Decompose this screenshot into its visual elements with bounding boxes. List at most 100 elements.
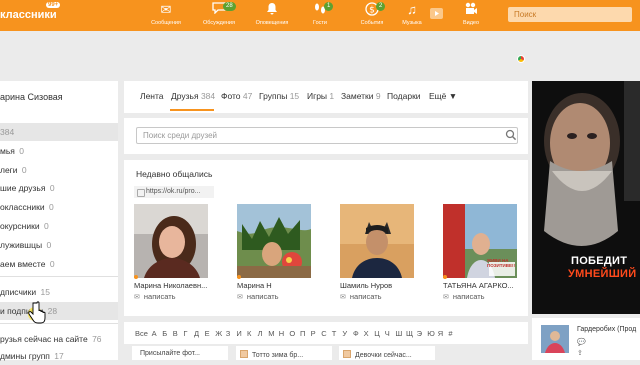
alphabet-letter[interactable]: Ф xyxy=(353,329,359,338)
group-post-item[interactable]: Тотто зима бр... xyxy=(240,350,303,359)
play-button[interactable] xyxy=(430,8,443,19)
sidebar-item-coursemates[interactable]: окурсники 0 xyxy=(0,217,118,235)
alphabet-letter[interactable]: М xyxy=(268,329,274,338)
group-post-item[interactable]: Девочки сейчас... xyxy=(343,350,412,359)
nav-guests[interactable]: 1 Гости xyxy=(294,2,346,26)
nav-notifications[interactable]: Оповещения xyxy=(246,2,298,26)
recommendation-thumbnail[interactable] xyxy=(541,325,569,353)
profile-link-chip[interactable]: https://ok.ru/pro... xyxy=(134,186,214,198)
friend-name[interactable]: Марина Н xyxy=(237,281,272,290)
friend-name[interactable]: Шамиль Нуров xyxy=(340,281,392,290)
profile-name[interactable]: арина Сизовая xyxy=(0,92,63,102)
alphabet-letter[interactable]: Д xyxy=(194,329,199,338)
tab-photos[interactable]: Фото 47 xyxy=(221,91,252,101)
alphabet-letter[interactable]: Ч xyxy=(385,329,390,338)
alphabet-letter[interactable]: Ж xyxy=(215,329,222,338)
tab-games[interactable]: Игры 1 xyxy=(307,91,334,101)
comment-icon[interactable]: 💬 xyxy=(577,338,586,346)
alphabet-letter[interactable]: Т xyxy=(332,329,337,338)
friend-card[interactable]: https://ok.ru/pro... Марина Николаевн...… xyxy=(134,186,214,301)
alphabet-letter[interactable]: П xyxy=(300,329,305,338)
alphabet-letter[interactable]: У xyxy=(342,329,347,338)
friend-photo[interactable] xyxy=(340,204,414,278)
sidebar-item-count: 76 xyxy=(92,334,102,344)
alphabet-letter[interactable]: Ц xyxy=(374,329,380,338)
search-icon[interactable] xyxy=(505,129,517,141)
alphabet-letter[interactable]: В xyxy=(173,329,178,338)
envelope-icon: ✉ xyxy=(160,2,172,17)
alphabet-letter[interactable]: О xyxy=(289,329,295,338)
sidebar-item-label: шие друзья xyxy=(0,183,46,193)
group-post-item[interactable]: Присылайте фот... xyxy=(140,350,200,357)
nav-messages[interactable]: ✉ Сообщения xyxy=(140,2,192,26)
alphabet-letter[interactable]: Я xyxy=(438,329,443,338)
sidebar-item-label: лужившцы xyxy=(0,240,43,250)
tab-feed[interactable]: Лента xyxy=(140,91,164,101)
friends-search-input[interactable]: Поиск среди друзей xyxy=(136,127,518,144)
browser-extension-icon[interactable] xyxy=(517,55,525,63)
alphabet-letter[interactable]: Э xyxy=(417,329,422,338)
alphabet-letter[interactable]: # xyxy=(448,329,452,338)
alphabet-letter[interactable]: Е xyxy=(205,329,210,338)
footprints-icon xyxy=(294,2,346,18)
header-band xyxy=(0,31,640,81)
recommendation-title[interactable]: Гардеробих (Прод xyxy=(577,326,636,333)
svg-text:$: $ xyxy=(369,6,375,16)
sidebar-item-followers[interactable]: дписчики 15 xyxy=(0,283,118,301)
tab-friends[interactable]: Друзья 384 xyxy=(171,91,215,101)
play-icon xyxy=(435,11,439,16)
sidebar-item-classmates[interactable]: оклассники 0 xyxy=(0,198,118,216)
write-message-link[interactable]: написать xyxy=(340,292,382,301)
alphabet-letter[interactable]: Р xyxy=(311,329,316,338)
tab-gifts[interactable]: Подарки xyxy=(387,91,421,101)
write-message-link[interactable]: написать xyxy=(237,292,279,301)
sidebar-item-best-friends[interactable]: шие друзья 0 xyxy=(0,179,118,197)
alphabet-letter[interactable]: Ш xyxy=(395,329,402,338)
alphabet-letter[interactable]: Щ xyxy=(406,329,413,338)
alphabet-filter-all[interactable]: Все xyxy=(135,329,148,338)
nav-label: Сообщения xyxy=(151,20,181,26)
photo-caption: ЖИВИ НА ПОЗИТИВЕ!! xyxy=(487,258,516,268)
tab-label: Фото xyxy=(221,91,241,101)
nav-video[interactable]: Видео xyxy=(445,2,497,26)
friend-photo[interactable] xyxy=(237,204,311,278)
tab-groups[interactable]: Группы 15 xyxy=(259,91,299,101)
tab-more[interactable]: Ещё ▼ xyxy=(429,91,457,101)
write-message-link[interactable]: написать xyxy=(443,292,485,301)
alphabet-letter[interactable]: С xyxy=(321,329,326,338)
alphabet-letter[interactable]: Н xyxy=(279,329,284,338)
write-message-link[interactable]: написать xyxy=(134,292,176,301)
sidebar-item-my-subscriptions[interactable]: и подписки 28 xyxy=(0,302,118,320)
alphabet-letter[interactable]: Ю xyxy=(427,329,435,338)
tab-notes[interactable]: Заметки 9 xyxy=(341,91,381,101)
sidebar-item-play-together[interactable]: аем вместе 0 xyxy=(0,255,118,273)
friend-name[interactable]: ТАТЬЯНА АГАРКО... xyxy=(443,281,514,290)
sidebar-item-online-friends[interactable]: рузья сейчас на сайте 76 xyxy=(0,330,118,348)
nav-discussions[interactable]: 28 Обсуждения xyxy=(193,2,245,26)
site-search-input[interactable]: Поиск xyxy=(508,7,632,22)
sidebar-item-group-admins[interactable]: дмины групп 17 xyxy=(0,347,118,365)
alphabet-letter[interactable]: Л xyxy=(258,329,263,338)
active-tab-indicator xyxy=(170,109,214,111)
tab-count: 384 xyxy=(200,91,216,101)
friend-name[interactable]: Марина Николаевн... xyxy=(134,281,207,290)
tab-count: 47 xyxy=(242,91,253,101)
alphabet-letter[interactable]: З xyxy=(226,329,231,338)
section-title: Недавно общались xyxy=(136,169,213,179)
alphabet-letter[interactable]: К xyxy=(247,329,251,338)
sidebar-item-colleagues[interactable]: леги 0 xyxy=(0,161,118,179)
alphabet-letter[interactable]: А xyxy=(152,329,157,338)
nav-label: Видео xyxy=(462,20,480,26)
alphabet-letter[interactable]: Б xyxy=(162,329,167,338)
site-logo[interactable]: классники xyxy=(0,9,57,21)
alphabet-letter[interactable]: И xyxy=(236,329,241,338)
friend-photo[interactable] xyxy=(134,204,208,278)
alphabet-letter[interactable]: Х xyxy=(364,329,369,338)
share-icon[interactable]: ⇪ xyxy=(577,349,583,357)
chat-icon xyxy=(193,2,245,18)
sidebar-item-family[interactable]: мья 0 xyxy=(0,142,118,160)
sidebar-item-all-friends[interactable]: 384 xyxy=(0,123,118,141)
sidebar-item-servicemates[interactable]: лужившцы 0 xyxy=(0,236,118,254)
alphabet-letter[interactable]: Г xyxy=(183,329,187,338)
tab-label: Подарки xyxy=(387,91,421,101)
